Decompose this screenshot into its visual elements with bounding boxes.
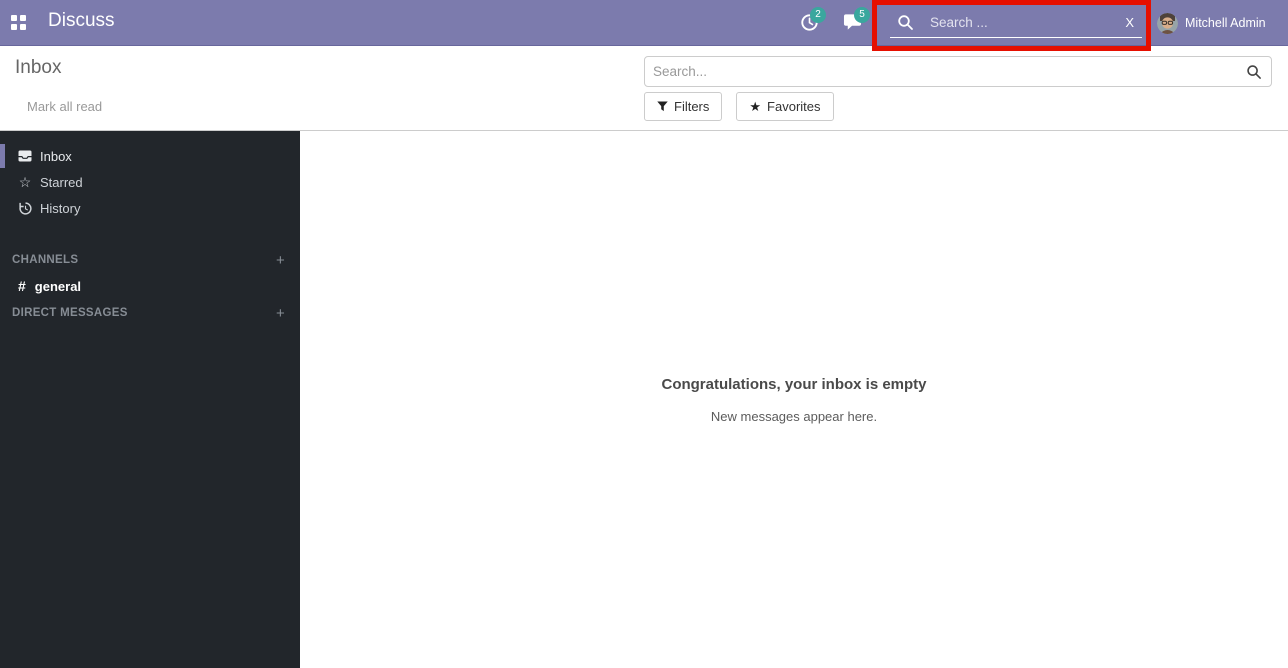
empty-state-subtitle: New messages appear here. <box>300 409 1288 424</box>
mailbox-list: Inbox ☆ Starred History <box>0 131 300 221</box>
control-panel: Inbox Mark all read Filters ★ Favorites <box>0 46 1288 131</box>
app-title[interactable]: Discuss <box>48 10 115 32</box>
discuss-sidebar: Inbox ☆ Starred History CHANNELS + # gen… <box>0 131 300 668</box>
close-icon[interactable]: X <box>1117 15 1142 30</box>
empty-state-title: Congratulations, your inbox is empty <box>300 376 1288 393</box>
add-channel-button[interactable]: + <box>276 252 285 269</box>
channels-section-header: CHANNELS + <box>0 247 300 273</box>
star-icon: ★ <box>749 99 761 115</box>
channels-section-label: CHANNELS <box>12 254 78 266</box>
content-search-input[interactable] <box>645 64 1246 79</box>
mark-all-read-button[interactable]: Mark all read <box>27 99 102 114</box>
filter-funnel-icon <box>657 101 668 112</box>
channel-item-general[interactable]: # general <box>0 273 300 299</box>
apps-menu-icon[interactable] <box>11 15 26 30</box>
inbox-icon <box>17 150 33 162</box>
favorites-button[interactable]: ★ Favorites <box>736 92 833 121</box>
sidebar-item-starred[interactable]: ☆ Starred <box>0 169 300 195</box>
content-search-box <box>644 56 1272 87</box>
avatar[interactable] <box>1157 13 1178 34</box>
user-name[interactable]: Mitchell Admin <box>1185 16 1266 30</box>
direct-messages-section-header: DIRECT MESSAGES + <box>0 300 300 326</box>
inbox-empty-state: Congratulations, your inbox is empty New… <box>300 376 1288 424</box>
breadcrumb[interactable]: Inbox <box>15 57 61 79</box>
history-icon <box>17 202 33 215</box>
star-outline-icon: ☆ <box>17 175 33 189</box>
sidebar-item-inbox[interactable]: Inbox <box>0 143 300 169</box>
navbar-search: X <box>890 7 1142 38</box>
navbar-search-input[interactable] <box>930 15 1117 30</box>
activity-count-badge[interactable]: 2 <box>810 7 826 23</box>
search-icon[interactable] <box>1246 64 1262 80</box>
add-direct-message-button[interactable]: + <box>276 305 285 322</box>
favorites-button-label: Favorites <box>767 99 820 114</box>
messages-count-badge[interactable]: 5 <box>854 7 870 23</box>
sidebar-item-history[interactable]: History <box>0 195 300 221</box>
top-navbar: Discuss 2 5 X <box>0 0 1288 46</box>
hash-icon: # <box>18 278 26 294</box>
filters-button[interactable]: Filters <box>644 92 722 121</box>
direct-messages-section-label: DIRECT MESSAGES <box>12 307 128 319</box>
channel-label: general <box>35 279 81 294</box>
sidebar-item-label: Starred <box>40 175 83 190</box>
sidebar-item-label: History <box>40 201 80 216</box>
filter-buttons-row: Filters ★ Favorites <box>644 92 834 121</box>
search-icon <box>897 14 914 31</box>
user-menu[interactable]: Mitchell Admin <box>1157 0 1266 46</box>
sidebar-item-label: Inbox <box>40 149 72 164</box>
filters-button-label: Filters <box>674 99 709 114</box>
